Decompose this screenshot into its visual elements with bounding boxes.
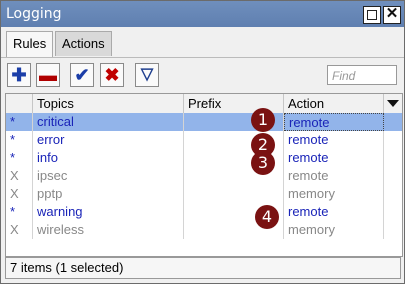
callout-badge: 1: [251, 108, 275, 132]
window-title: Logging: [6, 6, 62, 22]
title-bar[interactable]: Logging ✕: [1, 1, 404, 27]
table-row[interactable]: X wireless memory: [6, 221, 402, 239]
row-action: remote: [284, 113, 384, 131]
row-flag: X: [6, 185, 33, 203]
callout-badge: 4: [255, 205, 279, 229]
minus-icon: ▬: [39, 65, 57, 85]
row-action: remote: [284, 203, 384, 221]
close-button[interactable]: ✕: [383, 5, 401, 24]
remove-button[interactable]: ▬: [36, 63, 60, 87]
find-input[interactable]: Find: [327, 65, 397, 85]
row-topics: wireless: [33, 221, 184, 239]
tab-bar: Rules Actions: [1, 27, 404, 58]
row-topics: warning: [33, 203, 184, 221]
row-action: remote: [284, 131, 384, 149]
column-menu-button[interactable]: [384, 94, 402, 113]
row-action: memory: [284, 221, 384, 239]
column-header-flag[interactable]: [6, 94, 33, 113]
add-button[interactable]: ✚: [7, 63, 31, 87]
tab-actions[interactable]: Actions: [55, 31, 112, 56]
row-topics: pptp: [33, 185, 184, 203]
row-flag: *: [6, 203, 33, 221]
row-action: memory: [284, 185, 384, 203]
table-row[interactable]: X pptp memory: [6, 185, 402, 203]
row-action: remote: [284, 149, 384, 167]
callout-badge: 3: [251, 151, 275, 175]
row-topics: ipsec: [33, 167, 184, 185]
filter-icon: ▽: [140, 66, 154, 83]
row-prefix: [184, 185, 284, 203]
plus-icon: ✚: [11, 65, 27, 85]
row-action: remote: [284, 167, 384, 185]
maximize-icon: [367, 10, 377, 20]
table-header: Topics / Prefix Action: [6, 94, 402, 114]
row-topics: critical: [33, 113, 184, 131]
status-bar: 7 items (1 selected): [5, 257, 401, 279]
tab-rules[interactable]: Rules: [6, 31, 54, 58]
chevron-down-icon: [387, 100, 399, 107]
row-topics: error: [33, 131, 184, 149]
table-row[interactable]: * critical remote: [6, 113, 402, 131]
table-row[interactable]: * warning remote: [6, 203, 402, 221]
row-flag: *: [6, 113, 33, 131]
filter-button[interactable]: ▽: [135, 63, 159, 87]
row-flag: X: [6, 221, 33, 239]
maximize-button[interactable]: [363, 6, 381, 24]
table-row[interactable]: X ipsec remote: [6, 167, 402, 185]
toolbar: ✚ ▬ ✔ ✖ ▽ Find: [1, 57, 404, 92]
enable-button[interactable]: ✔: [70, 63, 94, 87]
checkmark-icon: ✔: [74, 65, 90, 85]
column-header-action[interactable]: Action: [284, 94, 384, 113]
row-topics: info: [33, 149, 184, 167]
logging-window: Logging ✕ Rules Actions ✚ ▬ ✔ ✖ ▽ Find T…: [0, 0, 405, 284]
table-row[interactable]: * error remote: [6, 131, 402, 149]
column-header-topics[interactable]: Topics /: [33, 94, 204, 113]
row-flag: *: [6, 131, 33, 149]
table-row[interactable]: * info remote: [6, 149, 402, 167]
disable-button[interactable]: ✖: [100, 63, 124, 87]
close-icon: ✕: [385, 5, 399, 22]
rules-table: Topics / Prefix Action * critical remote …: [5, 93, 403, 257]
row-flag: X: [6, 167, 33, 185]
row-flag: *: [6, 149, 33, 167]
x-icon: ✖: [104, 65, 120, 85]
